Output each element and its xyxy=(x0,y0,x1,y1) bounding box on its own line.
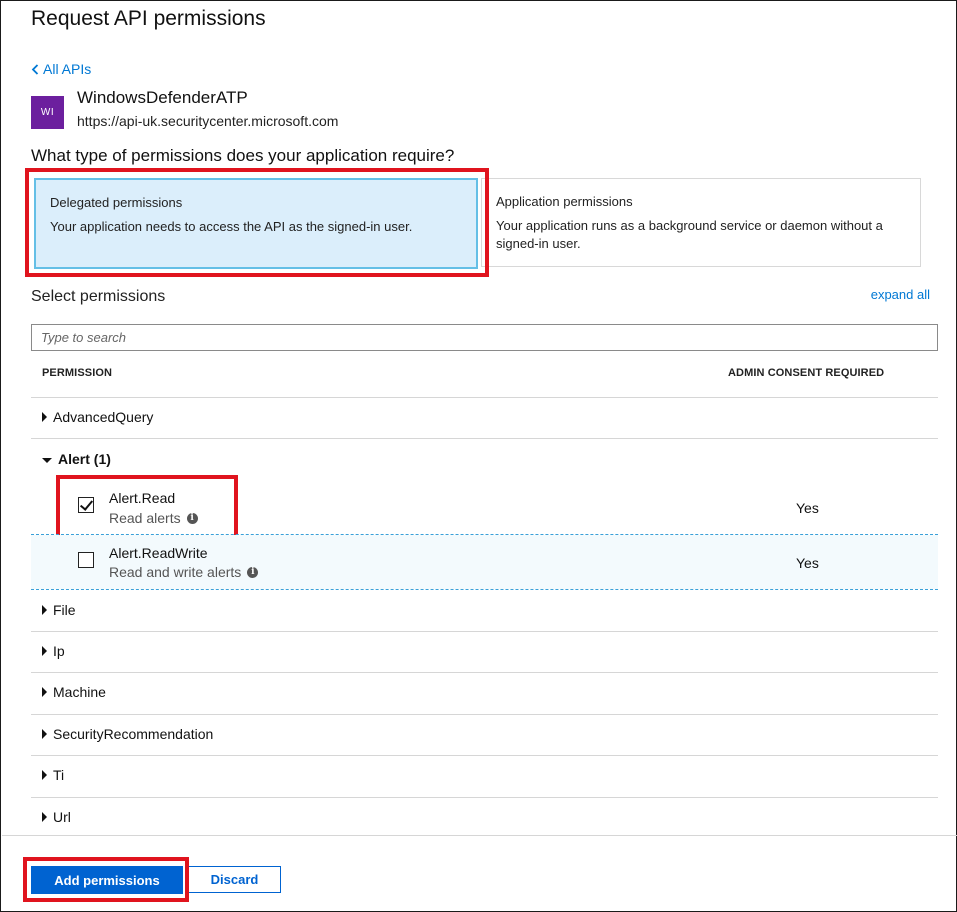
expand-all-link[interactable]: expand all xyxy=(871,287,930,302)
footer-divider xyxy=(2,835,957,836)
application-description: Your application runs as a background se… xyxy=(496,218,883,252)
divider xyxy=(31,397,938,398)
column-header-permission: PERMISSION xyxy=(42,367,113,379)
alert-readwrite-admin-consent: Yes xyxy=(796,555,819,571)
application-title: Application permissions xyxy=(496,194,633,209)
permission-type-question: What type of permissions does your appli… xyxy=(31,146,455,165)
api-name: WindowsDefenderATP xyxy=(77,88,248,107)
caret-right-icon xyxy=(42,412,47,422)
group-ip[interactable]: Ip xyxy=(42,643,65,659)
column-header-admin-consent: ADMIN CONSENT REQUIRED xyxy=(728,367,885,379)
api-url: https://api-uk.securitycenter.microsoft.… xyxy=(77,113,339,129)
caret-right-icon xyxy=(42,687,47,697)
api-logo: WI xyxy=(31,96,64,129)
page-title: Request API permissions xyxy=(31,7,266,30)
select-permissions-label: Select permissions xyxy=(31,288,166,305)
chevron-left-icon xyxy=(31,63,39,75)
group-label: SecurityRecommendation xyxy=(53,726,214,742)
group-advancedquery[interactable]: AdvancedQuery xyxy=(42,409,153,425)
highlight-delegated xyxy=(25,168,489,277)
group-url[interactable]: Url xyxy=(42,809,71,825)
group-label: Ip xyxy=(53,643,65,659)
divider xyxy=(31,755,938,756)
dialog-panel: Request API permissions All APIs WI Wind… xyxy=(0,0,957,912)
group-label: File xyxy=(53,602,76,618)
alert-readwrite-name: Alert.ReadWrite xyxy=(109,545,208,561)
highlight-alert-read xyxy=(56,475,238,539)
divider xyxy=(31,714,938,715)
highlight-add-permissions xyxy=(23,857,189,902)
divider xyxy=(31,438,938,439)
group-file[interactable]: File xyxy=(42,602,76,618)
alert-read-admin-consent: Yes xyxy=(796,500,819,516)
info-icon[interactable]: i xyxy=(247,566,259,578)
caret-right-icon xyxy=(42,729,47,739)
alert-readwrite-description: Read and write alerts i xyxy=(109,564,259,580)
caret-right-icon xyxy=(42,605,47,615)
alert-readwrite-desc-text: Read and write alerts xyxy=(109,564,242,580)
divider xyxy=(31,797,938,798)
group-securityrecommendation[interactable]: SecurityRecommendation xyxy=(42,726,213,742)
caret-down-icon xyxy=(42,457,52,463)
group-label: AdvancedQuery xyxy=(53,409,154,425)
group-label: Ti xyxy=(53,767,65,783)
divider xyxy=(31,672,938,673)
caret-right-icon xyxy=(42,770,47,780)
row-focus-bottom xyxy=(31,589,938,590)
search-input[interactable] xyxy=(31,324,938,351)
group-ti[interactable]: Ti xyxy=(42,767,64,783)
group-machine[interactable]: Machine xyxy=(42,684,106,700)
alert-readwrite-checkbox[interactable] xyxy=(78,552,94,568)
group-label: Machine xyxy=(53,684,106,700)
discard-button[interactable]: Discard xyxy=(188,866,281,893)
all-apis-label: All APIs xyxy=(43,61,92,77)
divider xyxy=(31,631,938,632)
all-apis-link[interactable]: All APIs xyxy=(31,61,91,77)
group-label: Url xyxy=(53,809,71,825)
caret-right-icon xyxy=(42,812,47,822)
application-permissions-card[interactable]: Application permissions Your application… xyxy=(481,178,921,267)
group-label: Alert (1) xyxy=(58,451,111,467)
caret-right-icon xyxy=(42,646,47,656)
group-alert[interactable]: Alert (1) xyxy=(42,451,111,467)
